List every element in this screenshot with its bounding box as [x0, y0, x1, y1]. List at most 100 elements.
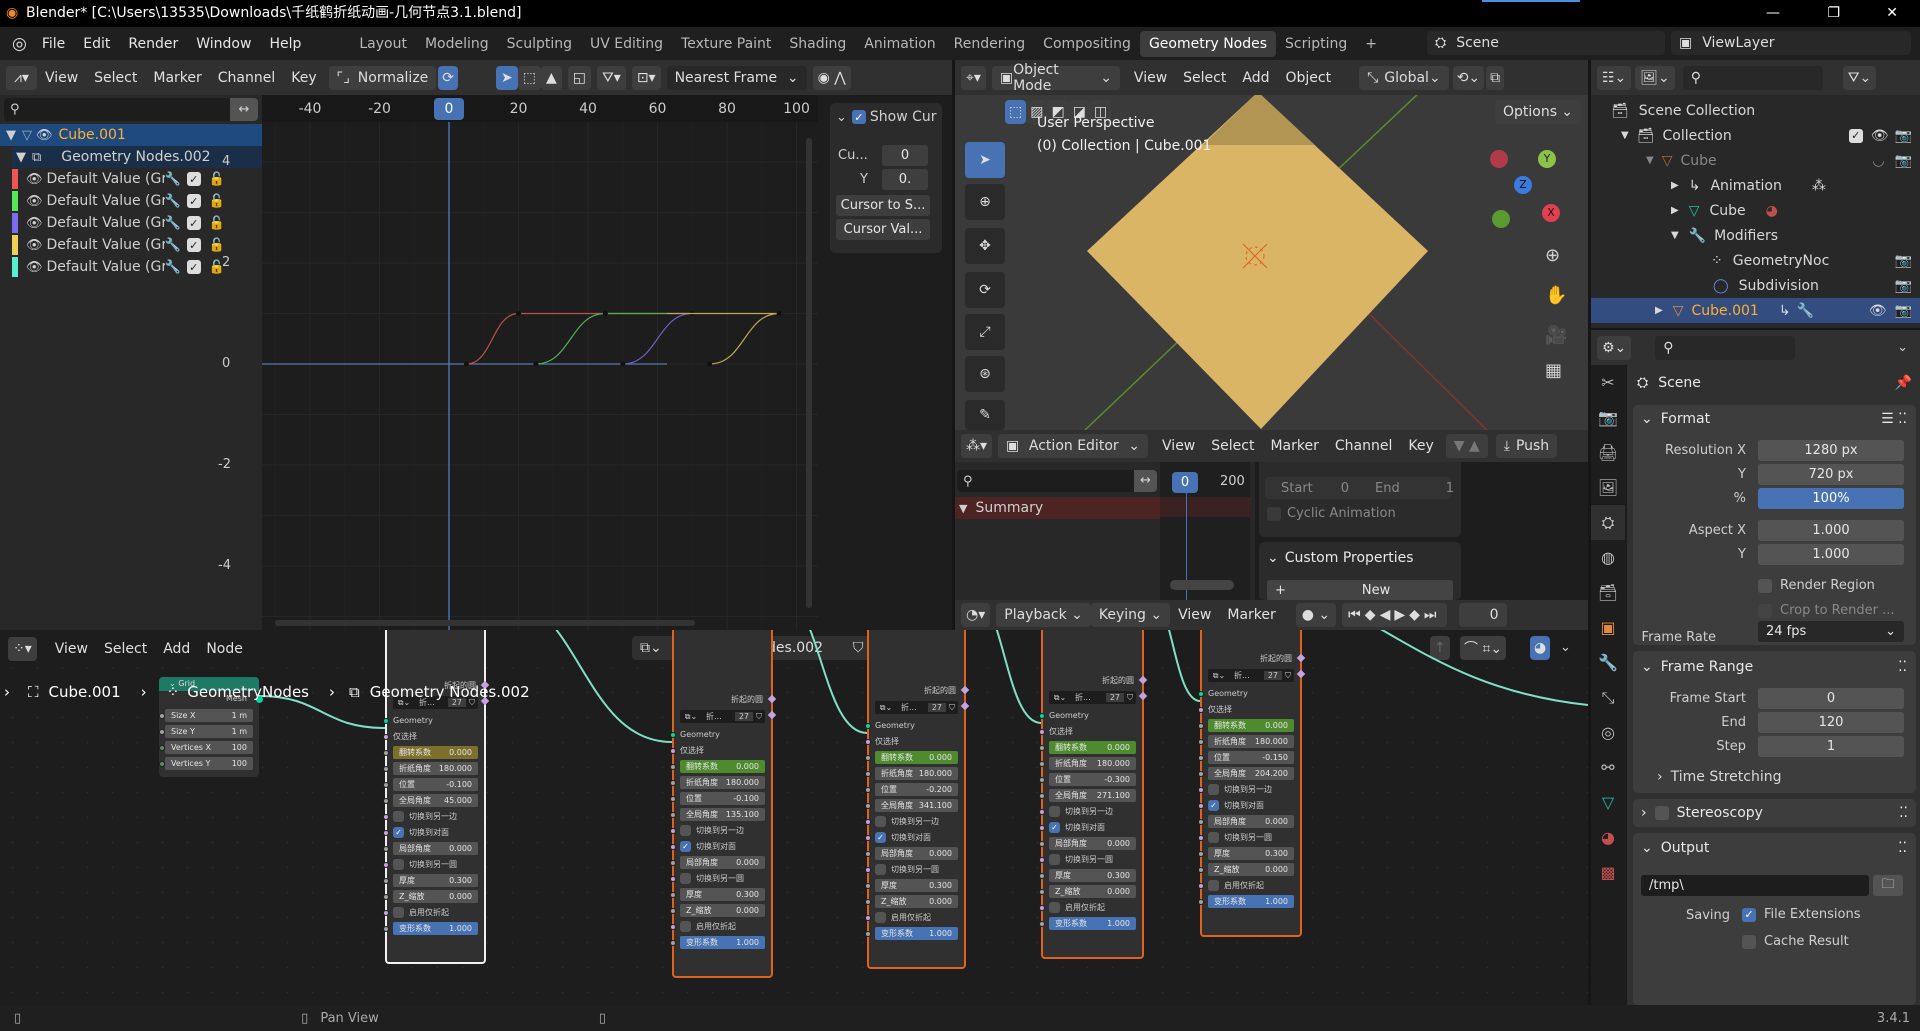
render-tab-icon[interactable]: 📷 — [1591, 400, 1625, 435]
output-tab-icon[interactable]: 🖨 — [1591, 435, 1625, 470]
lock-icon[interactable]: 🔓 — [209, 194, 225, 209]
pin-icon[interactable]: 📌 — [1895, 375, 1912, 391]
fake-user-shield-icon[interactable]: ⛉ — [753, 712, 765, 722]
play-icon[interactable]: ▶ — [1394, 607, 1409, 623]
modifier-wrench-icon[interactable]: 🔧 — [165, 260, 181, 275]
chevron-down-icon[interactable]: ⌄ — [1897, 340, 1908, 355]
workspace-tab[interactable]: Animation — [855, 31, 944, 57]
input-row[interactable]: 折纸角度 180.000 — [670, 776, 765, 789]
checkbox-icon[interactable] — [1208, 880, 1219, 891]
workspace-tab[interactable]: Scripting — [1276, 31, 1356, 57]
input-field[interactable]: 厚度 0.300 — [1049, 869, 1136, 882]
workspace-tab[interactable]: Sculpting — [498, 31, 581, 57]
viewport-menu-select[interactable]: Select — [1175, 70, 1234, 86]
group-node[interactable]: 折起的圆未折起的圆⧉⌄折...27⛉Geometry仅选择翻转系数0.000折纸… — [865, 630, 970, 969]
input-field[interactable]: 翻转系数 0.000 — [680, 760, 765, 773]
input-socket[interactable] — [383, 877, 389, 884]
input-socket[interactable] — [865, 770, 871, 777]
action-menu-marker[interactable]: Marker — [1262, 438, 1326, 454]
action-menu-view[interactable]: View — [1154, 438, 1203, 454]
frame-start-field[interactable]: 0 — [1758, 688, 1904, 709]
input-socket[interactable] — [865, 866, 871, 873]
editor-type-outliner-icon[interactable]: ☷⌄ — [1597, 65, 1632, 90]
workspace-tab[interactable]: Geometry Nodes — [1139, 30, 1277, 57]
select-box-tool-icon[interactable]: ➤ — [965, 142, 1005, 178]
input-field[interactable]: 局部角度 0.000 — [1208, 815, 1294, 828]
grid-input-row[interactable]: Size X 1 m — [159, 709, 253, 722]
input-socket[interactable] — [383, 893, 389, 900]
input-row[interactable]: 局部角度 0.000 — [1198, 815, 1294, 828]
input-socket[interactable] — [1198, 754, 1204, 761]
action-frame-range[interactable]: Start 0 End 1 — [1265, 477, 1454, 499]
fake-user-shield-icon[interactable]: ⛉ — [946, 703, 958, 713]
input-field[interactable]: 折纸角度 180.000 — [1049, 757, 1136, 770]
input-row[interactable]: 全局角度 271.100 — [1039, 789, 1136, 802]
input-field[interactable]: Z_缩放 0.000 — [1049, 885, 1136, 898]
particles-tab-icon[interactable]: ⤡ — [1591, 680, 1625, 715]
input-row[interactable]: 切换到另一圆 — [865, 863, 958, 876]
render-camera-icon[interactable]: 📷 — [1895, 153, 1912, 169]
graph-menu-channel[interactable]: Channel — [210, 70, 283, 86]
drag-handle-icon[interactable]: ⁚⁚ — [1898, 840, 1907, 856]
input-socket[interactable] — [865, 882, 871, 889]
prev-keyframe-icon[interactable]: ◆ — [1365, 607, 1380, 623]
node-editor[interactable]: ⁘▾ View Select Add Node ⧉⌄Geometry Nodes… — [0, 630, 1588, 1005]
input-row[interactable]: 启用仅折起 — [1198, 879, 1294, 892]
action-menu-channel[interactable]: Channel — [1327, 438, 1400, 454]
custom-properties-header[interactable]: ⌄ Custom Properties — [1267, 550, 1414, 566]
render-camera-icon[interactable]: 📷 — [1895, 128, 1912, 144]
lock-icon[interactable]: 🔓 — [209, 172, 225, 187]
lock-icon[interactable]: 🔓 — [209, 238, 225, 253]
output-header[interactable]: ⌄ Output ⁚⁚ — [1641, 840, 1907, 856]
input-row[interactable]: 切换到另一边 — [865, 815, 958, 828]
input-row[interactable]: Z_缩放 0.000 — [1039, 885, 1136, 898]
current-frame-indicator[interactable]: 0 — [434, 98, 464, 120]
summary-row[interactable]: ▼ Summary — [955, 497, 1160, 519]
input-field[interactable]: 全局角度 45.000 — [393, 794, 478, 807]
group-node[interactable]: 折起的圆未折起的圆⧉⌄折...27⛉Geometry仅选择翻转系数0.000折纸… — [1198, 630, 1306, 937]
input-socket[interactable] — [1039, 920, 1045, 927]
input-socket[interactable] — [1198, 850, 1204, 857]
input-row[interactable]: 仅选择 — [670, 744, 765, 757]
material-tab-icon[interactable]: ◕ — [1591, 820, 1625, 855]
output-path-input[interactable]: /tmp\ — [1641, 875, 1869, 896]
checkbox-icon[interactable] — [875, 816, 886, 827]
input-row[interactable]: 位置 -0.200 — [865, 783, 958, 796]
action-menu-select[interactable]: Select — [1203, 438, 1262, 454]
fcurve-line[interactable] — [466, 312, 667, 365]
input-row[interactable]: 切换到另一边 — [1198, 783, 1294, 796]
presets-icon[interactable]: ☰ ⁚⁚ — [1881, 411, 1907, 427]
input-field[interactable]: 厚度 0.300 — [1208, 847, 1294, 860]
input-socket[interactable] — [865, 898, 871, 905]
input-socket[interactable] — [670, 875, 676, 882]
input-row[interactable]: 切换到另一边 — [670, 824, 765, 837]
resolution-y-field[interactable]: 720 px — [1758, 464, 1904, 485]
lock-icon[interactable]: 🔓 — [209, 216, 225, 231]
auto-normalize-icon[interactable]: ⟳ — [438, 65, 459, 90]
navigation-gizmo[interactable]: Y Z X — [1480, 148, 1580, 248]
input-socket[interactable] — [670, 923, 676, 930]
select-new-icon[interactable]: ⬚ — [1005, 100, 1027, 124]
input-field[interactable]: 变形系数 1.000 — [680, 936, 765, 949]
fake-user-shield-icon[interactable]: ⛉ — [1124, 693, 1136, 703]
outliner-item-scene-collection[interactable]: 🗃 Scene Collection — [1611, 98, 1755, 123]
jump-end-icon[interactable]: ⏭ — [1424, 607, 1441, 623]
input-row[interactable]: 厚度 0.300 — [1198, 847, 1294, 860]
input-socket[interactable] — [1198, 882, 1204, 889]
time-stretching-subpanel[interactable]: › Time Stretching — [1657, 769, 1781, 785]
geometry-socket[interactable] — [1039, 712, 1045, 719]
input-socket[interactable] — [1039, 856, 1045, 863]
input-row[interactable]: ✓ 切换到对面 — [865, 831, 958, 844]
world-tab-icon[interactable]: ◍ — [1591, 540, 1625, 575]
modifier-tab-icon[interactable]: 🔧 — [1591, 645, 1625, 680]
input-row[interactable]: 仅选择 — [383, 730, 478, 743]
input-row[interactable]: 厚度 0.300 — [865, 879, 958, 892]
eye-icon[interactable]: 👁 — [26, 260, 43, 275]
input-field[interactable]: 局部角度 0.000 — [875, 847, 958, 860]
input-field[interactable]: 局部角度 0.000 — [393, 842, 478, 855]
checkbox-icon[interactable] — [393, 907, 404, 918]
pivot-icon[interactable]: ⊡▾ — [631, 65, 661, 90]
input-socket[interactable] — [383, 733, 389, 740]
input-field[interactable]: 位置 -0.100 — [680, 792, 765, 805]
cursor-y-field[interactable]: 0. — [882, 169, 928, 190]
